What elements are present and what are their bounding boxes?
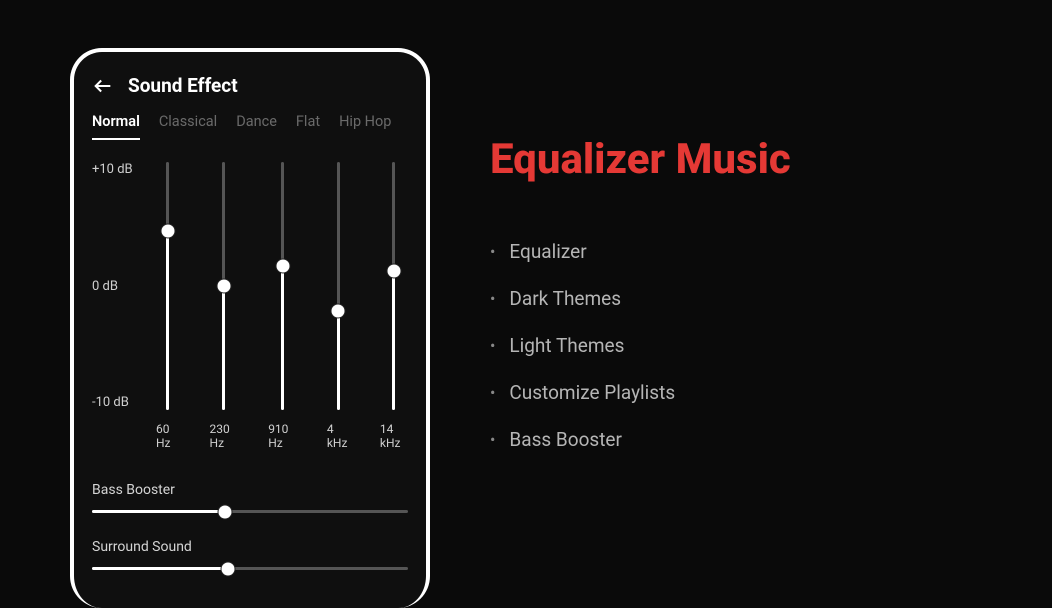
page-title: Sound Effect (128, 74, 238, 97)
header: Sound Effect (92, 74, 408, 97)
surround-slider[interactable] (92, 567, 408, 570)
eq-slider[interactable] (166, 162, 169, 410)
back-arrow-icon[interactable] (92, 75, 114, 97)
bullet-icon: • (490, 430, 495, 449)
slider-thumb[interactable] (331, 303, 346, 318)
bass-booster-label: Bass Booster (92, 482, 408, 498)
phone-mockup: Sound Effect Normal Classical Dance Flat… (70, 48, 430, 592)
slider-thumb[interactable] (220, 561, 235, 576)
marketing-panel: Equalizer Music •Equalizer •Dark Themes … (430, 0, 1052, 592)
eq-slider[interactable] (337, 162, 340, 410)
tab-hiphop[interactable]: Hip Hop (339, 113, 391, 140)
eq-band-910hz: 910 Hz (268, 162, 297, 450)
eq-slider[interactable] (392, 162, 395, 410)
tab-dance[interactable]: Dance (236, 113, 277, 140)
freq-label: 910 Hz (268, 422, 297, 450)
feature-item: •Customize Playlists (490, 369, 992, 416)
db-scale: +10 dB 0 dB -10 dB (92, 162, 142, 410)
bullet-icon: • (490, 336, 495, 355)
eq-slider[interactable] (222, 162, 225, 410)
bass-slider[interactable] (92, 510, 408, 513)
slider-thumb[interactable] (275, 259, 290, 274)
feature-item: •Dark Themes (490, 275, 992, 322)
freq-label: 60 Hz (156, 422, 180, 450)
bullet-icon: • (490, 383, 495, 402)
feature-item: •Light Themes (490, 322, 992, 369)
surround-sound-label: Surround Sound (92, 539, 408, 555)
db-mid: 0 dB (92, 279, 142, 294)
freq-label: 14 kHz (380, 422, 408, 450)
tab-classical[interactable]: Classical (159, 113, 217, 140)
headline: Equalizer Music (490, 135, 992, 184)
freq-label: 230 Hz (210, 422, 239, 450)
feature-list: •Equalizer •Dark Themes •Light Themes •C… (490, 228, 992, 463)
eq-band-60hz: 60 Hz (156, 162, 180, 450)
eq-slider[interactable] (281, 162, 284, 410)
freq-label: 4 kHz (327, 422, 350, 450)
slider-thumb[interactable] (216, 279, 231, 294)
eq-sliders: 60 Hz 230 Hz 910 Hz (148, 162, 408, 450)
surround-sound-control: Surround Sound (92, 539, 408, 570)
db-top: +10 dB (92, 162, 142, 177)
equalizer-area: +10 dB 0 dB -10 dB 60 Hz 23 (92, 162, 408, 450)
eq-band-4khz: 4 kHz (327, 162, 350, 450)
slider-thumb[interactable] (160, 224, 175, 239)
eq-band-14khz: 14 kHz (380, 162, 408, 450)
db-bottom: -10 dB (92, 395, 142, 410)
slider-thumb[interactable] (217, 504, 232, 519)
bullet-icon: • (490, 242, 495, 261)
tab-flat[interactable]: Flat (296, 113, 320, 140)
slider-thumb[interactable] (386, 264, 401, 279)
bass-booster-control: Bass Booster (92, 482, 408, 513)
feature-item: •Equalizer (490, 228, 992, 275)
phone-screen: Sound Effect Normal Classical Dance Flat… (70, 48, 430, 608)
eq-band-230hz: 230 Hz (210, 162, 239, 450)
bullet-icon: • (490, 289, 495, 308)
preset-tabs: Normal Classical Dance Flat Hip Hop (92, 113, 408, 140)
tab-normal[interactable]: Normal (92, 113, 140, 140)
feature-item: •Bass Booster (490, 416, 992, 463)
